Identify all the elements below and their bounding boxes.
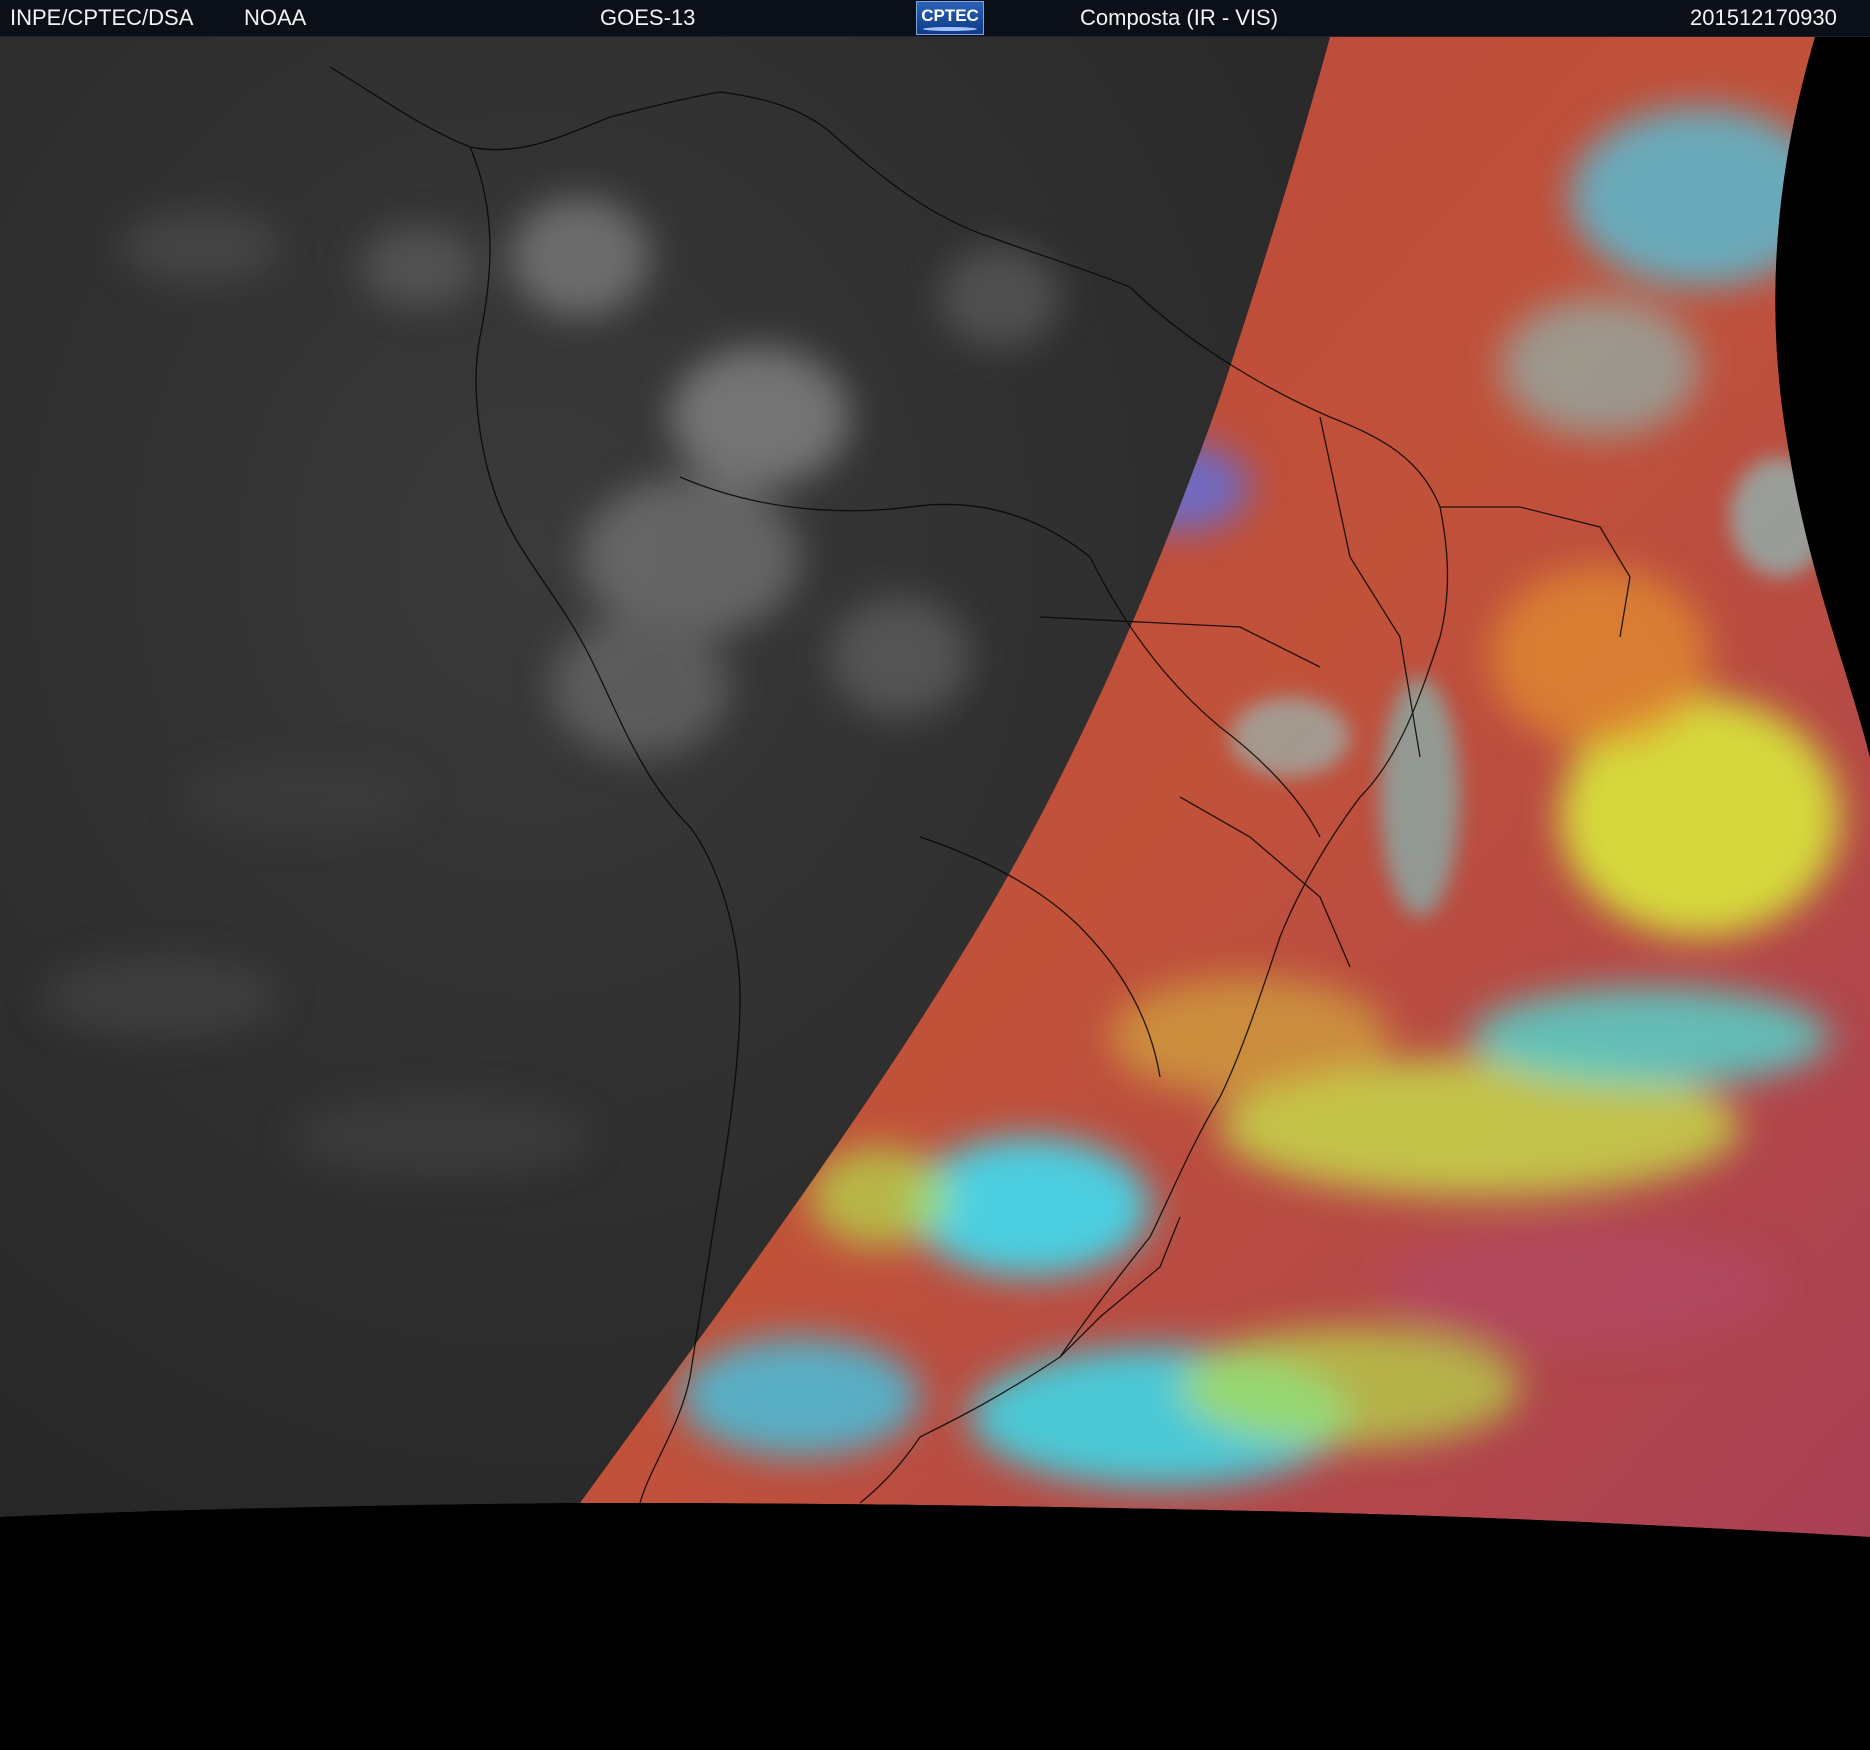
source-label: INPE/CPTEC/DSA (10, 5, 194, 30)
satellite-composite-image (0, 37, 1870, 1750)
cptec-logo-text: CPTEC (921, 6, 979, 25)
agency-label: NOAA (244, 5, 307, 30)
cptec-logo: CPTEC (916, 1, 984, 35)
satellite-map-svg (0, 37, 1870, 1750)
logo-swoosh-icon (923, 27, 977, 31)
space-region (0, 1503, 1870, 1750)
image-header-bar: INPE/CPTEC/DSA NOAA GOES-13 CPTEC Compos… (0, 0, 1870, 37)
satellite-image-viewer: INPE/CPTEC/DSA NOAA GOES-13 CPTEC Compos… (0, 0, 1870, 1750)
product-label: Composta (IR - VIS) (1080, 5, 1279, 30)
satellite-label: GOES-13 (600, 5, 696, 30)
timestamp-label: 201512170930 (1690, 5, 1837, 30)
